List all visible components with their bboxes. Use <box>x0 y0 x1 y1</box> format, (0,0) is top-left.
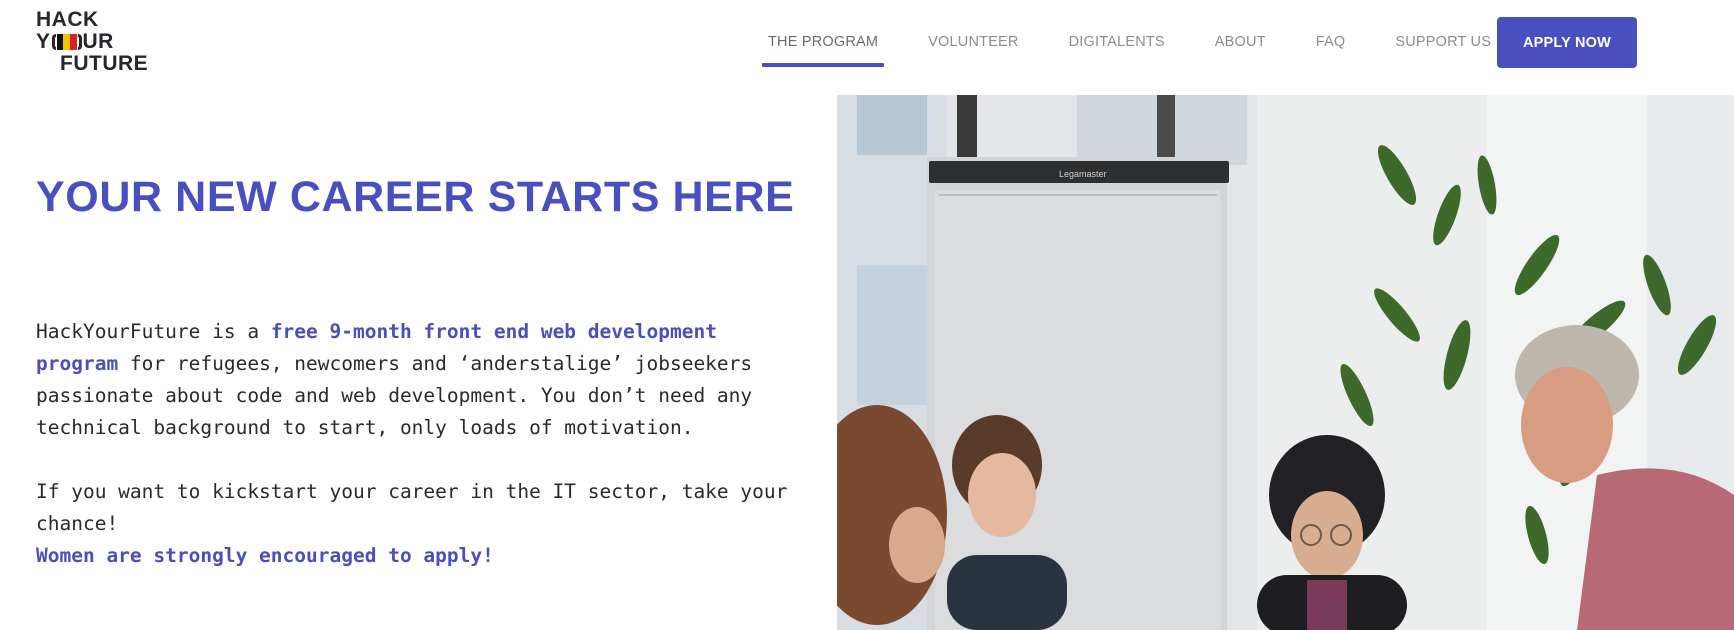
hero-photo: Legamaster <box>837 95 1734 630</box>
hero-title: YOUR NEW CAREER STARTS HERE <box>36 173 795 221</box>
logo-letter-y: Y <box>36 30 51 53</box>
logo-letters-ur: UR <box>82 30 114 53</box>
women-encouraged-text: Women are strongly encouraged to apply! <box>36 544 494 567</box>
main-nav: THE PROGRAM VOLUNTEER DIGITALENTS ABOUT … <box>761 0 1541 70</box>
intro-text-prefix: HackYourFuture is a <box>36 320 271 343</box>
hero-paragraph-kickstart: If you want to kickstart your career in … <box>36 480 788 535</box>
nav-item-support-us[interactable]: SUPPORT US <box>1395 0 1491 70</box>
classroom-photo-illustration: Legamaster <box>837 95 1734 630</box>
nav-item-the-program[interactable]: THE PROGRAM <box>761 0 885 70</box>
logo-line-hack: HACK <box>36 8 99 31</box>
nav-item-faq[interactable]: FAQ <box>1316 0 1346 70</box>
nav-item-about[interactable]: ABOUT <box>1215 0 1266 70</box>
logo-line-your: Y UR <box>36 31 166 53</box>
hero-description: HackYourFuture is a free 9-month front e… <box>36 316 796 572</box>
belgian-flag-icon <box>56 33 77 50</box>
nav-item-digitalents[interactable]: DIGITALENTS <box>1069 0 1165 70</box>
nav-item-volunteer[interactable]: VOLUNTEER <box>928 0 1018 70</box>
brand-logo[interactable]: HACK Y UR FUTURE <box>36 9 166 75</box>
apply-now-button[interactable]: APPLY NOW <box>1497 17 1637 68</box>
flipchart-brand-label: Legamaster <box>1059 169 1107 179</box>
logo-line-future: FUTURE <box>60 52 149 75</box>
intro-text-suffix: for refugees, newcomers and ‘anderstalig… <box>36 352 753 439</box>
hero-paragraph-intro: HackYourFuture is a free 9-month front e… <box>36 316 796 444</box>
